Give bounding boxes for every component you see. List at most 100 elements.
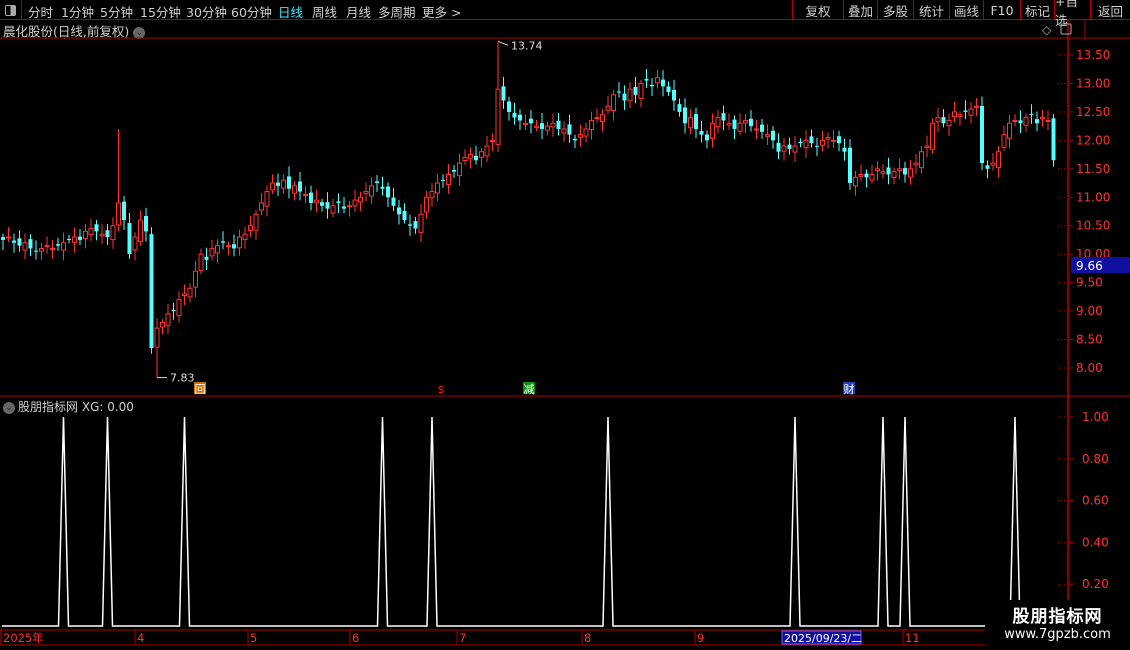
candle bbox=[154, 318, 160, 378]
candle-body bbox=[1023, 117, 1029, 126]
candle bbox=[886, 157, 891, 185]
candle-body bbox=[358, 196, 363, 203]
candle bbox=[924, 135, 930, 158]
candle-body bbox=[732, 119, 737, 129]
candle bbox=[39, 242, 44, 260]
candle-body bbox=[556, 120, 561, 129]
candle bbox=[50, 239, 55, 259]
candle bbox=[583, 122, 589, 143]
candle bbox=[848, 139, 852, 190]
candle bbox=[792, 136, 798, 163]
candle bbox=[710, 113, 715, 148]
candle-body bbox=[34, 250, 38, 252]
candle-body bbox=[952, 111, 957, 118]
candle bbox=[875, 161, 880, 181]
time-label: 7 bbox=[459, 631, 466, 645]
candle bbox=[501, 76, 506, 109]
candle bbox=[980, 96, 984, 171]
candle-body bbox=[589, 119, 594, 131]
candle-body bbox=[699, 131, 704, 135]
candle-body bbox=[12, 240, 16, 243]
candle-body bbox=[39, 247, 44, 252]
candle-body bbox=[435, 182, 440, 194]
candle-body bbox=[749, 118, 753, 127]
candle-body bbox=[688, 117, 693, 129]
candle-body bbox=[253, 213, 259, 231]
candle bbox=[17, 230, 22, 252]
candle bbox=[138, 210, 143, 246]
candle-body bbox=[710, 122, 715, 140]
candle bbox=[721, 105, 726, 131]
cursor-date-label: 2025/09/23/二 bbox=[784, 632, 862, 645]
candle-body bbox=[221, 241, 225, 243]
candle bbox=[996, 146, 1001, 178]
candle bbox=[418, 204, 424, 243]
candle bbox=[193, 260, 198, 298]
candle-body bbox=[446, 173, 451, 185]
candle-body bbox=[276, 182, 280, 186]
candle-body bbox=[583, 128, 589, 137]
y-tick-label: 9.00 bbox=[1076, 304, 1103, 318]
candle bbox=[298, 172, 302, 201]
candle-body bbox=[479, 151, 484, 158]
candle bbox=[661, 70, 665, 97]
candle-body bbox=[545, 125, 550, 131]
candle-body bbox=[550, 122, 556, 128]
candle bbox=[309, 185, 313, 211]
candle bbox=[248, 215, 253, 237]
candle-body bbox=[523, 122, 528, 126]
candle bbox=[352, 189, 358, 213]
candle bbox=[429, 182, 435, 207]
candle bbox=[232, 234, 236, 257]
candle-body bbox=[484, 145, 490, 157]
y-tick-label: 13.00 bbox=[1076, 76, 1110, 90]
candle-body bbox=[655, 77, 660, 84]
candle-body bbox=[765, 134, 770, 137]
candle-body bbox=[1051, 118, 1056, 161]
candle-body bbox=[429, 191, 435, 199]
candle bbox=[160, 319, 165, 335]
candle-body bbox=[110, 225, 116, 241]
candle bbox=[655, 69, 660, 89]
indicator-tick-label: 1.00 bbox=[1082, 410, 1109, 424]
indicator-tick-label: 0.60 bbox=[1082, 494, 1109, 508]
candle-body bbox=[418, 213, 424, 233]
candle bbox=[6, 227, 11, 243]
candle-body bbox=[672, 89, 676, 101]
candle bbox=[815, 137, 819, 157]
candle bbox=[1023, 113, 1029, 132]
candle bbox=[242, 226, 248, 249]
candle bbox=[518, 109, 522, 131]
candle bbox=[435, 173, 440, 202]
candle bbox=[1035, 111, 1039, 132]
candle-body bbox=[495, 88, 501, 145]
candle bbox=[545, 121, 550, 136]
candle-body bbox=[946, 119, 952, 127]
candle-body bbox=[171, 309, 176, 312]
chart-canvas[interactable]: ◇13.5013.0012.5012.0011.5011.0010.5010.0… bbox=[0, 0, 1130, 650]
candle-body bbox=[408, 224, 412, 226]
candle bbox=[638, 80, 644, 108]
candle-body bbox=[573, 138, 577, 141]
y-tick-label: 13.50 bbox=[1076, 48, 1110, 62]
candle-body bbox=[891, 171, 897, 178]
candle bbox=[820, 130, 825, 152]
candle-body bbox=[457, 162, 462, 177]
candle bbox=[314, 190, 319, 213]
candle bbox=[474, 145, 478, 165]
y-tick-label: 12.00 bbox=[1076, 133, 1110, 147]
event-marker-3: 财 bbox=[843, 382, 855, 396]
candle bbox=[457, 153, 462, 186]
candle bbox=[935, 108, 941, 133]
candle-body bbox=[176, 299, 182, 317]
candle bbox=[320, 198, 324, 212]
candle bbox=[523, 114, 528, 130]
candle-body bbox=[903, 168, 907, 175]
candle bbox=[594, 108, 600, 123]
candle-body bbox=[165, 313, 171, 326]
candle bbox=[677, 98, 682, 117]
candle-body bbox=[737, 122, 743, 132]
candle bbox=[424, 190, 429, 219]
candle bbox=[605, 95, 611, 115]
candle bbox=[798, 138, 803, 148]
